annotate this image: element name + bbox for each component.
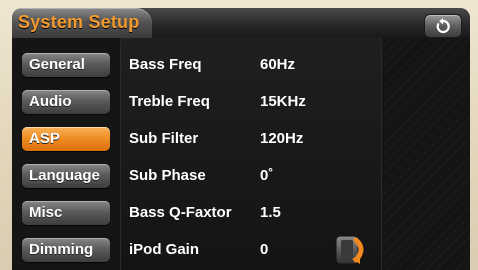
setting-value: 60Hz (260, 56, 296, 73)
setting-value: 15KHz (260, 93, 306, 110)
back-button[interactable] (424, 14, 462, 38)
setting-row-bass-freq[interactable]: Bass Freq 60Hz (121, 52, 383, 80)
rotary-knob-icon (335, 235, 364, 265)
back-arrow-icon (436, 18, 450, 34)
sidebar-item-audio[interactable]: Audio (22, 90, 110, 114)
setting-value: 0 (260, 241, 269, 258)
sidebar-item-asp[interactable]: ASP (22, 127, 110, 151)
sidebar: General Audio ASP Language Misc Dimming (12, 38, 120, 270)
title-tab: System Setup (12, 8, 152, 38)
page-title: System Setup (18, 12, 140, 32)
rotary-knob[interactable] (332, 232, 370, 266)
setting-label: iPod Gain (129, 241, 200, 258)
sidebar-item-general[interactable]: General (22, 53, 110, 77)
setting-row-sub-filter[interactable]: Sub Filter 120Hz (121, 126, 383, 154)
setting-row-sub-phase[interactable]: Sub Phase 0˚ (121, 163, 383, 191)
setting-row-treble-freq[interactable]: Treble Freq 15KHz (121, 89, 383, 117)
right-panel (382, 38, 470, 270)
setting-row-bass-q-factor[interactable]: Bass Q-Faxtor 1.5 (121, 200, 383, 228)
setting-label: Sub Phase (129, 167, 206, 184)
setting-label: Treble Freq (129, 93, 210, 110)
setting-value: 0˚ (260, 167, 274, 184)
header-bar: System Setup (12, 8, 470, 39)
setting-value: 1.5 (260, 204, 281, 221)
setting-value: 120Hz (260, 130, 304, 147)
setting-label: Bass Freq (129, 56, 202, 73)
sidebar-item-dimming[interactable]: Dimming (22, 238, 110, 262)
screen: System Setup General Audio ASP Language … (12, 8, 470, 270)
setting-label: Bass Q-Faxtor (129, 204, 232, 221)
sidebar-item-misc[interactable]: Misc (22, 201, 110, 225)
sidebar-item-language[interactable]: Language (22, 164, 110, 188)
setting-label: Sub Filter (129, 130, 199, 147)
